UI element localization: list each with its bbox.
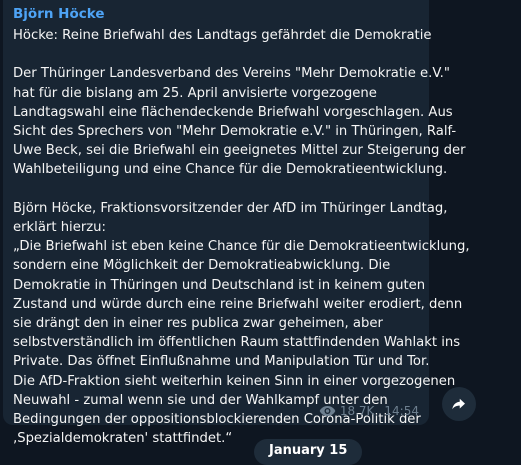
view-count: 18.7K	[339, 404, 375, 418]
sender-name[interactable]: Björn Höcke	[13, 5, 419, 23]
message-line	[13, 45, 419, 64]
message-line	[13, 180, 419, 199]
message-line: erklärt hierzu:	[13, 220, 106, 235]
message-line: Private. Das öffnet Einflußnahme und Man…	[13, 354, 430, 370]
eye-icon	[319, 406, 336, 416]
message-line: „Die Briefwahl ist eben keine Chance für…	[13, 239, 470, 255]
message-line: Zustand und würde durch eine reine Brief…	[13, 296, 463, 312]
message-line: Sicht des Sprechers von "Mehr Demokratie…	[13, 124, 457, 139]
message-time: 14:54	[384, 404, 419, 418]
message-line: Der Thüringer Landesverband des Vereins …	[13, 66, 450, 82]
message-line: Höcke: Reine Briefwahl des Landtags gefä…	[13, 28, 432, 43]
message-line: Die AfD-Fraktion sieht weiterhin keinen …	[13, 373, 456, 389]
message-line: sondern eine Möglichkeit der Demokratiea…	[13, 258, 391, 274]
message-line: Björn Höcke, Fraktionsvorsitzender der A…	[13, 200, 448, 216]
message-meta: 18.7K 14:54	[319, 403, 419, 419]
message-line: Uwe Beck, sei die Briefwahl ein geeignet…	[13, 143, 466, 159]
share-button[interactable]	[442, 387, 476, 421]
message-line: hat für die bislang am 25. April anvisie…	[13, 85, 377, 101]
message-line: selbstverständlich im öffentlichen Raum …	[13, 335, 461, 351]
share-arrow-icon	[452, 398, 465, 410]
message-line: Demokratie in Thüringen und Deutschland …	[13, 277, 426, 293]
date-separator: January 15	[254, 439, 363, 465]
message-line: Wahlbeteiligung und eine Chance für die …	[13, 162, 448, 178]
message-bubble: Björn Höcke Höcke: Reine Briefwahl des L…	[3, 0, 470, 446]
message-line: sie drängt den in einer res publica zwar…	[13, 316, 383, 332]
message-line: Landtagswahl eine flächendeckende Briefw…	[13, 104, 453, 120]
message-text: Höcke: Reine Briefwahl des Landtags gefä…	[13, 26, 470, 448]
